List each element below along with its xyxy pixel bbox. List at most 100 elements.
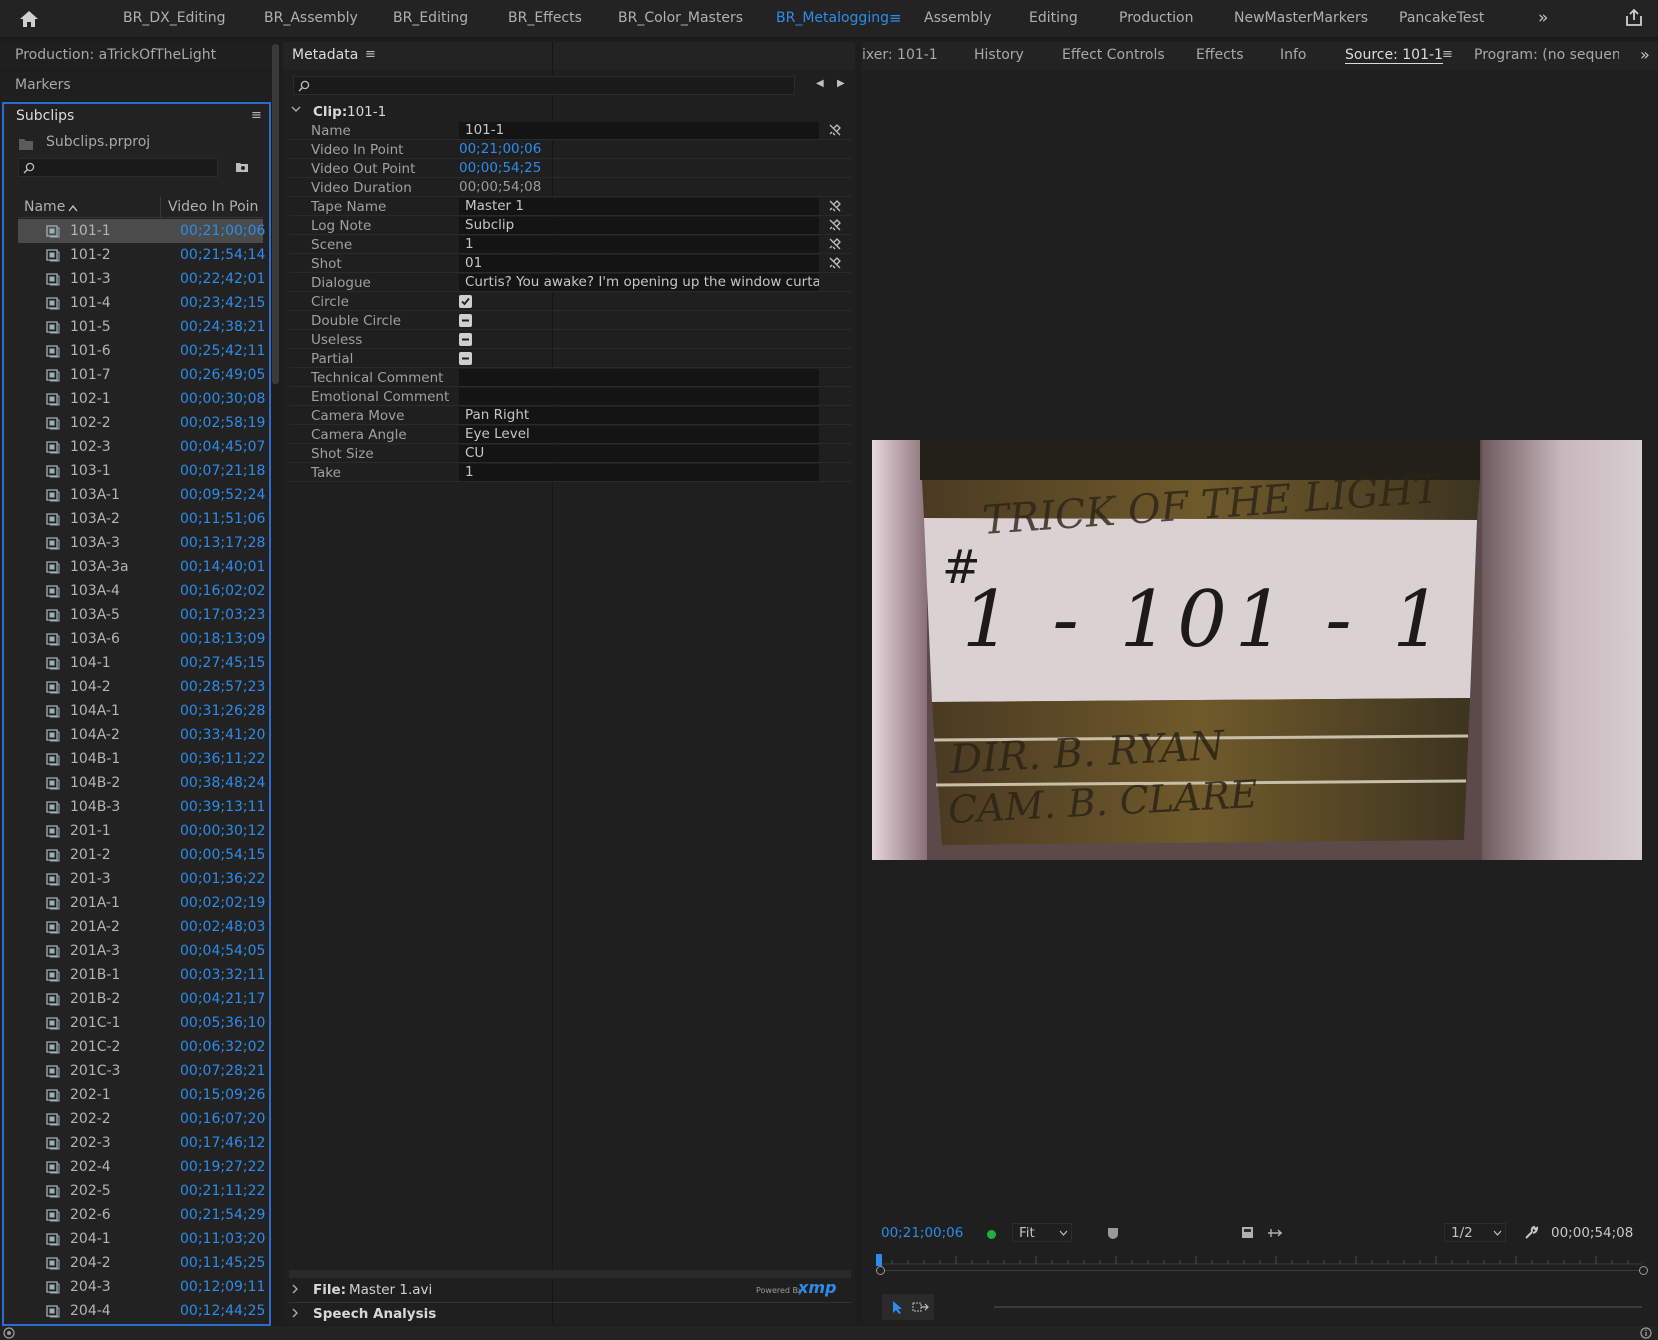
sort-ascending-icon[interactable] [68,204,78,212]
subclip-row[interactable]: 101-6 00;25;42;11 [18,339,265,363]
speech-analysis-section[interactable]: Speech Analysis [313,1306,436,1322]
subclip-row[interactable]: 202-6 00;21;54;29 [18,1203,265,1227]
subclip-row[interactable]: 204-4 00;12;44;25 [18,1299,265,1323]
subclip-row[interactable]: 104B-1 00;36;11;22 [18,747,265,771]
home-icon[interactable] [18,9,40,29]
tape-name-input[interactable]: Master 1 [459,198,819,215]
previous-result-icon[interactable]: ◀ [816,78,824,89]
subclip-row[interactable]: 102-1 00;00;30;08 [18,387,265,411]
subclip-row[interactable]: 202-3 00;17;46;12 [18,1131,265,1155]
tab-audio-clip-mixer[interactable]: ixer: 101-1 [862,47,938,63]
video-out-value[interactable]: 00;00;54;25 [459,160,819,177]
subclip-row[interactable]: 201B-2 00;04;21;17 [18,987,265,1011]
technical-comment-input[interactable] [459,369,819,386]
export-frame-icon[interactable] [1241,1226,1254,1239]
playhead-marker[interactable] [876,1254,882,1266]
column-header-video-in[interactable]: Video In Poin [168,199,263,215]
subclip-row[interactable]: 102-2 00;02;58;19 [18,411,265,435]
emotional-comment-input[interactable] [459,388,819,405]
link-off-icon[interactable] [828,218,842,232]
bin-search-input[interactable] [18,158,218,177]
shot-size-input[interactable]: CU [459,445,819,462]
share-icon[interactable] [1624,8,1644,28]
subclip-row[interactable]: 101-7 00;26;49;05 [18,363,265,387]
partial-checkbox-mixed[interactable] [459,352,472,365]
tab-effects[interactable]: Effects [1196,47,1244,63]
subclip-row[interactable]: 201C-3 00;07;28;21 [18,1059,265,1083]
subclip-row[interactable]: 103A-3a 00;14;40;01 [18,555,265,579]
subclip-row[interactable]: 103A-3 00;13;17;28 [18,531,265,555]
chevron-down-icon[interactable] [291,105,301,113]
selection-tool-icon[interactable] [890,1299,904,1315]
tab-effect-controls[interactable]: Effect Controls [1062,47,1165,63]
zoom-bar[interactable] [878,1270,1648,1271]
tab-history[interactable]: History [974,47,1024,63]
metadata-title[interactable]: Metadata [292,47,358,63]
dialogue-input[interactable]: Curtis? You awake? I'm opening up the wi… [459,274,819,291]
more-tabs-icon[interactable]: » [1640,45,1650,64]
subclip-row[interactable]: 104A-1 00;31;26;28 [18,699,265,723]
subclip-row[interactable]: 201-2 00;00;54;15 [18,843,265,867]
workspace-tab[interactable]: BR_Color_Masters [618,10,743,26]
subclip-row[interactable]: 101-5 00;24;38;21 [18,315,265,339]
workspace-tab[interactable]: PancakeTest [1399,10,1484,26]
time-ruler[interactable] [875,1254,1642,1265]
column-header-name[interactable]: Name [24,199,65,215]
panel-menu-icon[interactable]: ≡ [1442,47,1453,62]
column-divider[interactable] [160,197,161,217]
workspace-tab-active[interactable]: BR_Metalogging [776,10,889,26]
link-off-icon[interactable] [828,237,842,251]
double-circle-checkbox-mixed[interactable] [459,314,472,327]
subclip-row[interactable]: 103A-2 00;11;51;06 [18,507,265,531]
video-in-value[interactable]: 00;21;00;06 [459,141,819,158]
subclip-row[interactable]: 104-1 00;27;45;15 [18,651,265,675]
subclip-row[interactable]: 204-1 00;11;03;20 [18,1227,265,1251]
workspace-tab[interactable]: Production [1119,10,1193,26]
workspace-tab[interactable]: BR_DX_Editing [123,10,225,26]
circle-checkbox-checked[interactable] [459,295,472,308]
subclip-row[interactable]: 104-2 00;28;57;23 [18,675,265,699]
subclip-row[interactable]: 202-5 00;21;11;22 [18,1179,265,1203]
subclip-row[interactable]: 201C-2 00;06;32;02 [18,1035,265,1059]
link-off-icon[interactable] [828,256,842,270]
playback-resolution-dropdown[interactable]: 1/2 [1444,1223,1506,1242]
camera-move-input[interactable]: Pan Right [459,407,819,424]
subclip-row[interactable]: 103-1 00;07;21;18 [18,459,265,483]
markers-panel-header[interactable]: Markers [0,72,271,100]
link-off-icon[interactable] [828,199,842,213]
workspace-menu-icon[interactable]: ≡ [889,9,902,27]
subclip-row[interactable]: 104B-2 00;38;48;24 [18,771,265,795]
zoom-fit-dropdown[interactable]: Fit [1012,1223,1072,1242]
workspace-tab[interactable]: Editing [1029,10,1078,26]
tab-program[interactable]: Program: (no sequence [1474,47,1619,63]
safe-margins-icon[interactable] [1106,1226,1120,1240]
subclip-row[interactable]: 101-2 00;21;54;14 [18,243,265,267]
shot-input[interactable]: 01 [459,255,819,272]
subclip-row[interactable]: 201A-3 00;04;54;05 [18,939,265,963]
subclip-row[interactable]: 101-1 00;21;00;06 [18,219,265,243]
button-editor-icon[interactable] [1267,1227,1283,1239]
subclip-row[interactable]: 202-1 00;15;09;26 [18,1083,265,1107]
zoom-bar-right-handle[interactable] [1639,1266,1648,1275]
next-result-icon[interactable]: ▶ [837,78,845,89]
current-timecode[interactable]: 00;21;00;06 [881,1225,963,1241]
metadata-search-input[interactable] [293,76,795,95]
subclip-row[interactable]: 202-2 00;16;07;20 [18,1107,265,1131]
subclip-row[interactable]: 201C-1 00;05;36;10 [18,1011,265,1035]
subclip-row[interactable]: 103A-4 00;16;02;02 [18,579,265,603]
zoom-bar-left-handle[interactable] [876,1266,885,1275]
video-frame[interactable]: TRICK OF THE LIGHT # 1 - 101 - 1 DIR. B.… [872,440,1642,860]
subclip-row[interactable]: 104B-3 00;39;13;11 [18,795,265,819]
tab-source[interactable]: Source: 101-1 [1345,47,1443,64]
name-input[interactable]: 101-1 [459,122,819,139]
take-input[interactable]: 1 [459,464,819,481]
subclip-row[interactable]: 201A-1 00;02;02;19 [18,891,265,915]
section-scrollbar[interactable] [289,1270,851,1278]
panel-menu-icon[interactable]: ≡ [251,108,262,123]
workspace-tab[interactable]: NewMasterMarkers [1234,10,1368,26]
subclip-row[interactable]: 103A-5 00;17;03;23 [18,603,265,627]
tab-info[interactable]: Info [1280,47,1307,63]
workspace-tab[interactable]: BR_Effects [508,10,582,26]
clip-section-label[interactable]: Clip: [313,104,347,120]
workspace-tab[interactable]: BR_Assembly [264,10,358,26]
